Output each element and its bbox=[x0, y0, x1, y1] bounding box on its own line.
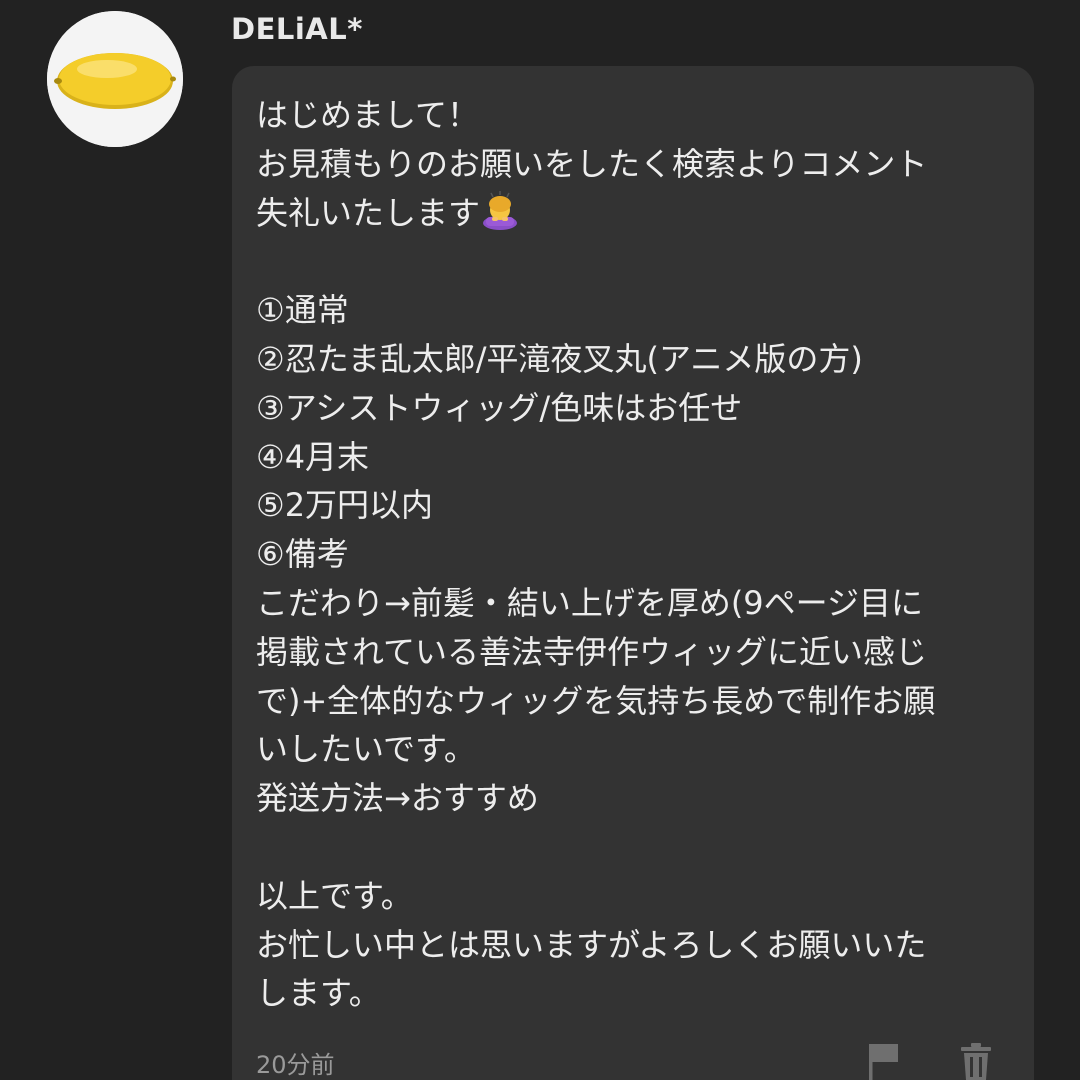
bowing-woman-emoji bbox=[483, 190, 518, 230]
message-line: 以上です。 bbox=[256, 876, 413, 915]
message-line: ⑤2万円以内 bbox=[256, 486, 434, 525]
trash-icon bbox=[961, 1043, 991, 1080]
comment-screen: DELiAL* はじめまして！ お見積もりのお願いをしたく検索よりコメント 失礼… bbox=[0, 0, 1080, 1080]
comment-timestamp: 20分前 bbox=[256, 1051, 335, 1079]
report-button[interactable] bbox=[866, 1040, 902, 1080]
user-avatar[interactable] bbox=[47, 11, 183, 147]
message-line: お忙しい中とは思いますがよろしくお願いいた bbox=[256, 925, 927, 964]
message-line-text: 失礼いたします bbox=[256, 193, 481, 232]
message-line: ④4月末 bbox=[256, 437, 370, 476]
message-line: ③アシストウィッグ/色味はお任せ bbox=[256, 388, 743, 427]
message-line: お見積もりのお願いをしたく検索よりコメント bbox=[256, 144, 928, 183]
message-line: こだわり→前髪・結い上げを厚め(9ページ目に bbox=[256, 583, 924, 622]
message-line: 発送方法→おすすめ bbox=[256, 779, 539, 818]
username[interactable]: DELiAL* bbox=[231, 12, 363, 46]
message-line: します。 bbox=[256, 974, 381, 1013]
message-line: はじめまして！ bbox=[256, 96, 480, 134]
message-line: ⑥備考 bbox=[256, 535, 349, 574]
message-line: ①通常 bbox=[256, 291, 349, 330]
message-line-with-emoji: 失礼いたします bbox=[256, 189, 1016, 238]
message-line: で)+全体的なウィッグを気持ち長めで制作お願 bbox=[256, 681, 936, 720]
message-line bbox=[256, 237, 1016, 286]
message-line: いしたいです。 bbox=[256, 730, 476, 769]
message-line: ②忍たま乱太郎/平滝夜叉丸(アニメ版の方) bbox=[256, 339, 863, 378]
delete-button[interactable] bbox=[958, 1040, 994, 1080]
lemon-icon bbox=[47, 11, 183, 147]
message-line bbox=[256, 823, 1016, 872]
message-line: 掲載されている善法寺伊作ウィッグに近い感じ bbox=[256, 632, 928, 671]
flag-icon bbox=[869, 1044, 898, 1080]
comment-body: はじめまして！ お見積もりのお願いをしたく検索よりコメント 失礼いたします ①通… bbox=[256, 91, 1016, 1018]
